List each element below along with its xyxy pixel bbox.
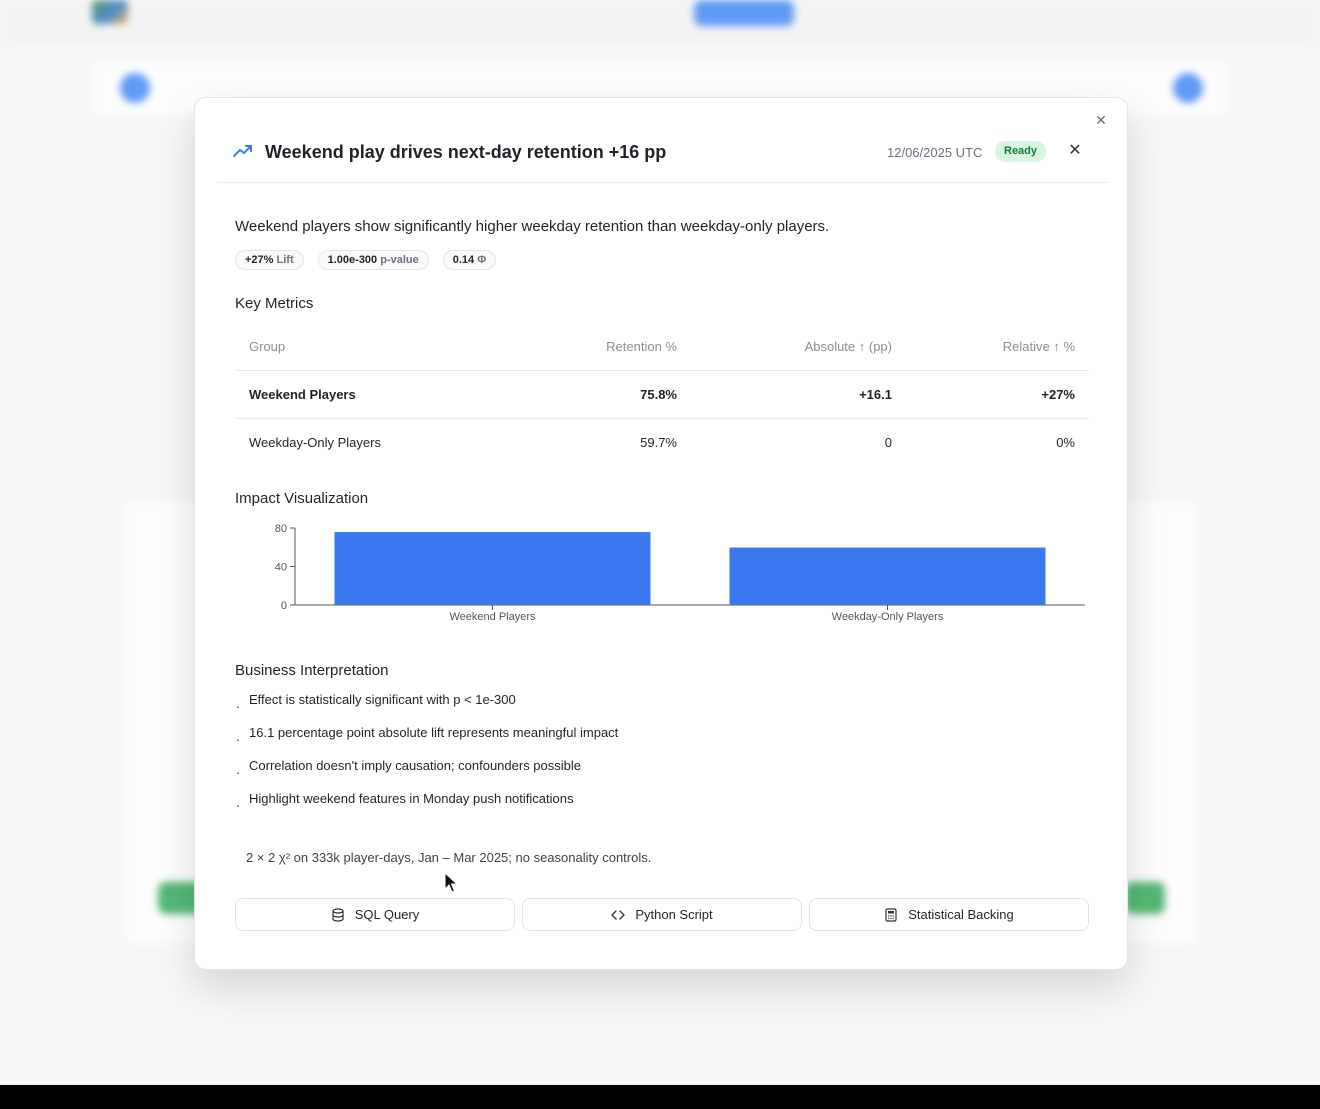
phi-chip-value: 0.14 bbox=[452, 254, 475, 266]
bg-green-button bbox=[1125, 882, 1165, 914]
impact-visualization-title: Impact Visualization bbox=[235, 490, 369, 507]
close-icon[interactable]: ✕ bbox=[1065, 141, 1085, 161]
insight-summary: Weekend players show significantly highe… bbox=[235, 218, 830, 235]
list-item: Effect is statistically significant with… bbox=[235, 692, 1075, 725]
table-cell: 75.8% bbox=[515, 370, 677, 419]
table-cell: 0% bbox=[1056, 434, 1075, 450]
modal-header: Weekend play drives next-day retention +… bbox=[217, 130, 1109, 183]
modal-close-icon[interactable]: ✕ bbox=[1092, 111, 1110, 129]
bg-top-nav bbox=[0, 0, 1320, 40]
column-header: Retention % bbox=[515, 324, 677, 371]
table-cell: 0 bbox=[884, 434, 892, 450]
action-buttons: SQL Query Python Script Statistical Back… bbox=[235, 898, 1089, 931]
python-script-label: Python Script bbox=[635, 907, 713, 922]
screen-bottom-bar bbox=[0, 1085, 1320, 1109]
statistical-backing-label: Statistical Backing bbox=[908, 907, 1014, 922]
y-tick-label: 80 bbox=[275, 523, 287, 535]
insight-modal: ✕ Weekend play drives next-day retention… bbox=[194, 97, 1128, 970]
table-cell: Weekend Players bbox=[235, 370, 515, 419]
key-metrics-title: Key Metrics bbox=[235, 295, 314, 312]
database-icon bbox=[332, 907, 344, 922]
column-header: Relative ↑ % bbox=[892, 324, 1089, 371]
chart-bar bbox=[334, 532, 651, 605]
phi-chip: 0.14 Φ bbox=[442, 250, 497, 270]
key-metrics-table: Group Retention % Absolute ↑ (pp) Relati… bbox=[235, 324, 1089, 466]
calculator-icon bbox=[885, 907, 897, 922]
phi-chip-label: Φ bbox=[477, 254, 487, 266]
list-item: 16.1 percentage point absolute lift repr… bbox=[235, 725, 1075, 758]
interpretation-list: Effect is statistically significant with… bbox=[235, 692, 1075, 824]
statistical-backing-button[interactable]: Statistical Backing bbox=[809, 898, 1089, 931]
table-row: Weekday-Only Players 59.7% 0 0% bbox=[235, 418, 1089, 466]
business-interpretation-title: Business Interpretation bbox=[235, 662, 389, 679]
y-tick-label: 40 bbox=[275, 562, 287, 574]
insight-date: 12/06/2025 UTC bbox=[887, 145, 983, 160]
lift-chip-label: Lift bbox=[276, 254, 294, 266]
modal-title: Weekend play drives next-day retention +… bbox=[265, 142, 667, 162]
code-icon bbox=[611, 909, 626, 920]
mouse-cursor-icon bbox=[444, 872, 458, 893]
table-cell: Weekday-Only Players bbox=[249, 434, 381, 450]
bg-logo bbox=[92, 0, 128, 24]
sql-query-label: SQL Query bbox=[354, 907, 420, 922]
table-header-row: Group Retention % Absolute ↑ (pp) Relati… bbox=[235, 324, 1089, 371]
lift-chip-value: +27% bbox=[245, 254, 274, 266]
table-cell: +27% bbox=[892, 370, 1089, 419]
status-badge: Ready bbox=[995, 141, 1047, 162]
bg-nav-active-tab bbox=[694, 0, 794, 26]
x-tick-label: Weekend Players bbox=[449, 611, 536, 623]
impact-bar-chart: 0 40 80 Weekend Players Weekday-Only Players bbox=[275, 523, 1085, 623]
table-row: Weekend Players 75.8% +16.1 +27% bbox=[235, 370, 1089, 419]
column-header: Group bbox=[235, 324, 515, 371]
metric-chips: +27% Lift 1.00e-300 p-value 0.14 Φ bbox=[235, 250, 497, 270]
p-value-chip-label: p-value bbox=[380, 254, 419, 266]
column-header: Absolute ↑ (pp) bbox=[677, 324, 892, 371]
sql-query-button[interactable]: SQL Query bbox=[235, 898, 515, 931]
bg-avatar bbox=[1173, 73, 1203, 103]
bg-avatar bbox=[120, 73, 150, 103]
y-tick-label: 0 bbox=[281, 600, 287, 612]
table-cell: +16.1 bbox=[677, 370, 892, 419]
method-footnote: 2 × 2 χ² on 333k player-days, Jan – Mar … bbox=[246, 850, 652, 865]
trending-up-icon bbox=[233, 145, 252, 157]
list-item: Highlight weekend features in Monday pus… bbox=[235, 791, 1075, 824]
python-script-button[interactable]: Python Script bbox=[522, 898, 802, 931]
lift-chip: +27% Lift bbox=[235, 250, 304, 270]
chart-bar bbox=[729, 547, 1046, 605]
p-value-chip: 1.00e-300 p-value bbox=[317, 250, 429, 270]
table-cell: 59.7% bbox=[640, 434, 677, 450]
list-item: Correlation doesn't imply causation; con… bbox=[235, 758, 1075, 791]
p-value-chip-value: 1.00e-300 bbox=[327, 254, 378, 266]
x-tick-label: Weekday-Only Players bbox=[832, 611, 944, 623]
